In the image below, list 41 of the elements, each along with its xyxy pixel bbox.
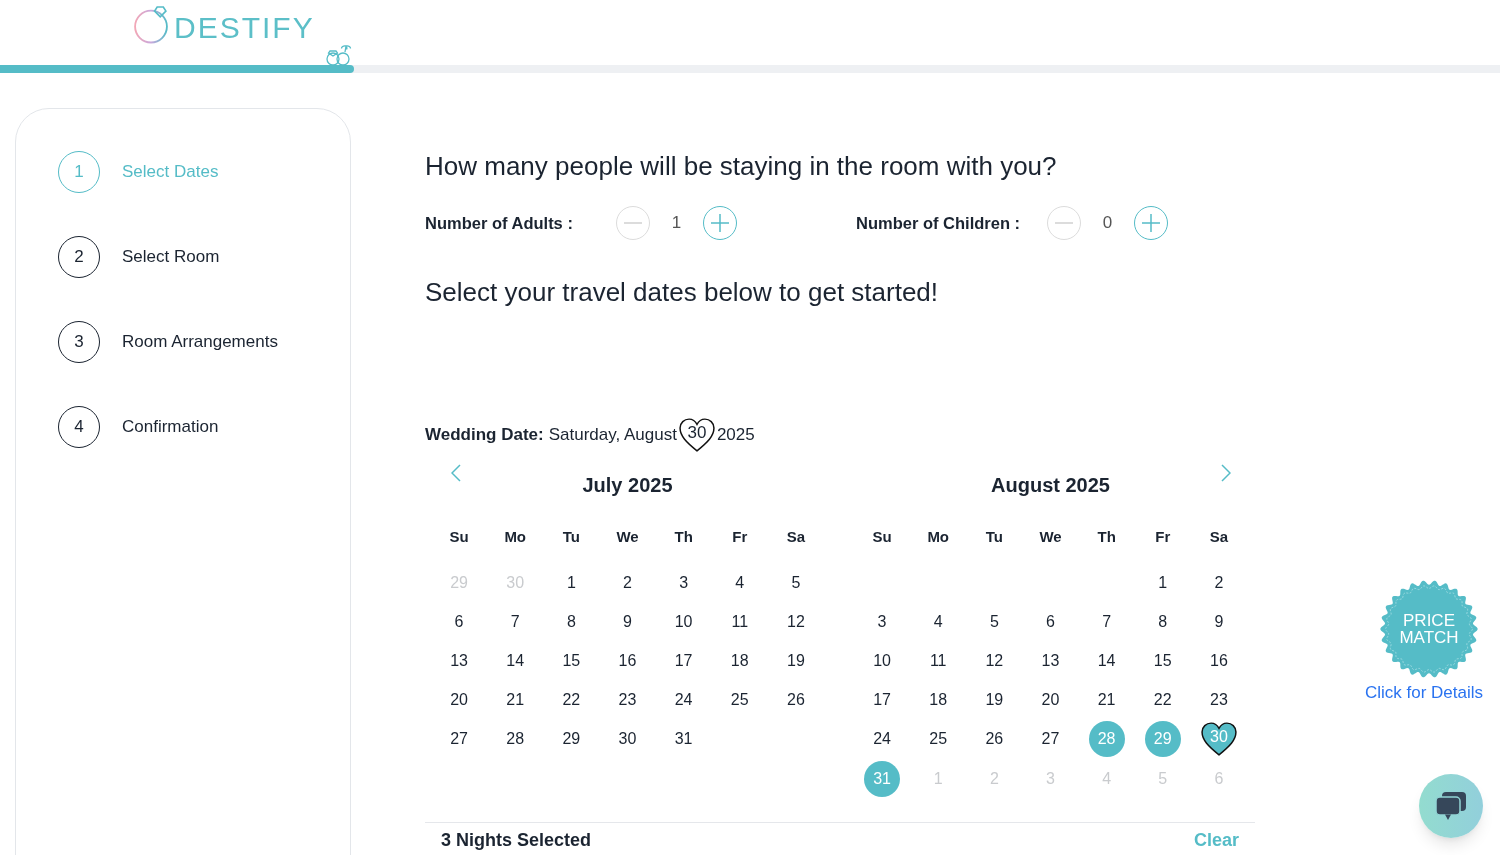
weekday-label: Fr bbox=[1155, 527, 1171, 547]
weekday-label: Su bbox=[449, 527, 469, 547]
wedding-date-text: Saturday, August bbox=[548, 424, 677, 447]
weekday-label: Tu bbox=[985, 527, 1003, 547]
question-heading: How many people will be staying in the room with you? bbox=[425, 150, 1058, 182]
weekday-label: We bbox=[1039, 527, 1062, 547]
dates-heading: Select your travel dates below to get started! bbox=[425, 276, 940, 308]
minus-icon bbox=[624, 222, 642, 224]
weekday-label: Th bbox=[674, 527, 693, 547]
wedding-date-year: 2025 bbox=[716, 424, 755, 447]
weekday-label: Tu bbox=[562, 527, 580, 547]
nights-selected-text: 3 Nights Selected bbox=[441, 829, 592, 852]
weekday-label: Fr bbox=[732, 527, 748, 547]
chevron-left-icon bbox=[451, 464, 461, 482]
price-match-details-link[interactable]: Click for Details bbox=[1364, 683, 1483, 703]
month-title: August 2025 bbox=[991, 473, 1110, 498]
ring-logo-icon bbox=[132, 6, 170, 44]
counter-value: 1 bbox=[670, 212, 683, 235]
minus-icon bbox=[1055, 222, 1073, 224]
plus-icon bbox=[1142, 214, 1160, 232]
counter-label: Number of Adults : bbox=[425, 212, 574, 234]
step-label[interactable]: Confirmation bbox=[122, 414, 219, 440]
counter-value: 0 bbox=[1101, 212, 1114, 235]
step-label[interactable]: Select Room bbox=[122, 244, 220, 270]
counter-label: Number of Children : bbox=[856, 212, 1022, 234]
weekday-label: Sa bbox=[1209, 527, 1229, 547]
weekday-label: Mo bbox=[927, 527, 950, 547]
weekday-label: Sa bbox=[786, 527, 806, 547]
month-title: July 2025 bbox=[582, 473, 673, 498]
chat-bubbles-icon bbox=[1435, 791, 1467, 821]
plus-icon bbox=[711, 214, 729, 232]
heart-icon bbox=[678, 418, 715, 452]
weekday-label: Mo bbox=[504, 527, 527, 547]
weekday-label: We bbox=[616, 527, 639, 547]
weekday-label: Th bbox=[1097, 527, 1116, 547]
weekday-label: Su bbox=[872, 527, 892, 547]
chevron-right-icon bbox=[1221, 464, 1231, 482]
step-label[interactable]: Room Arrangements bbox=[122, 329, 278, 355]
wedding-date-label: Wedding Date: bbox=[425, 424, 544, 447]
chat-button[interactable] bbox=[1419, 774, 1483, 838]
wedding-date-day: 30 bbox=[687, 423, 707, 447]
